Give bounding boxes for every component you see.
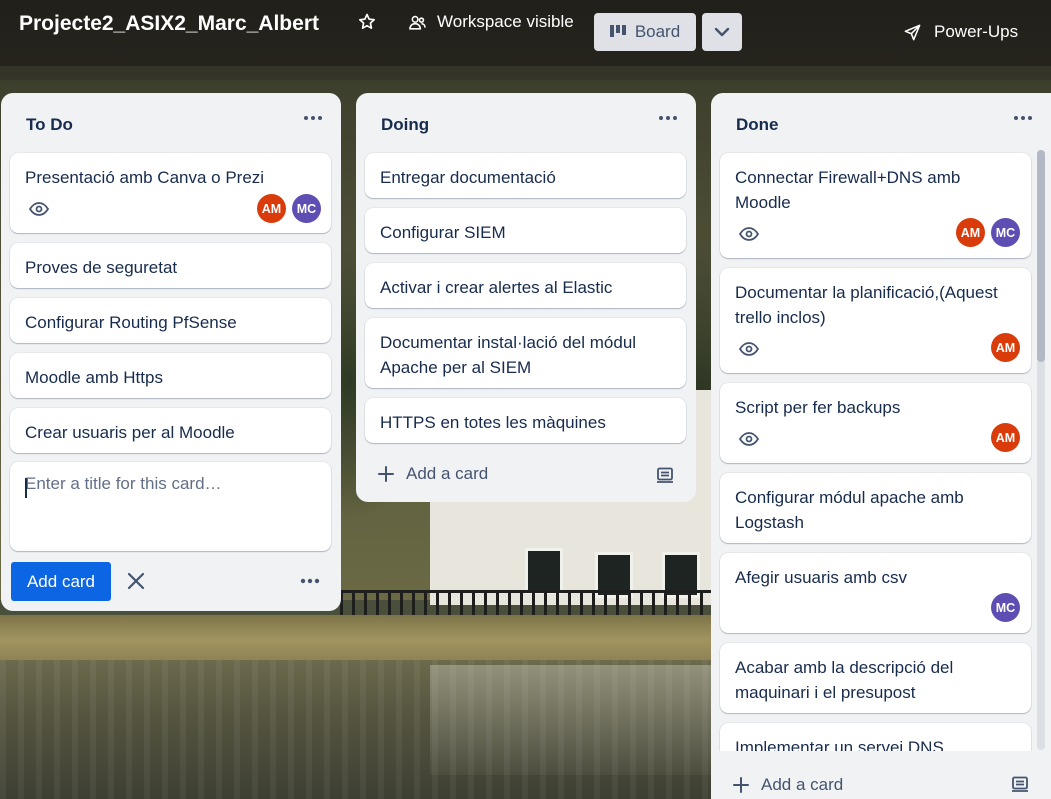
plus-icon [733, 777, 749, 793]
card-title: HTTPS en totes les màquines [380, 413, 606, 432]
card-title: Acabar amb la descripció del maquinari i… [735, 658, 954, 702]
card[interactable]: Entregar documentació [365, 153, 686, 198]
avatar[interactable]: MC [991, 593, 1020, 622]
eye-icon [739, 432, 759, 446]
list-cards-viewport: Connectar Firewall+DNS amb Moodle AM MC … [711, 148, 1037, 751]
card-title: Script per fer backups [735, 398, 901, 417]
card-title: Afegir usuaris amb csv [735, 568, 907, 587]
card-title: Moodle amb Https [25, 368, 163, 387]
list-header: To Do [1, 93, 341, 153]
template-icon[interactable] [656, 467, 674, 483]
add-card-button[interactable]: Add card [11, 562, 111, 601]
board-title[interactable]: Projecte2_ASIX2_Marc_Albert [19, 12, 319, 36]
powerups-label: Power-Ups [934, 22, 1019, 41]
more-icon[interactable] [656, 111, 680, 125]
card[interactable]: Crear usuaris per al Moodle [10, 408, 331, 453]
card-title: Configurar SIEM [380, 223, 506, 242]
list-scrollbar[interactable] [1037, 150, 1045, 750]
card[interactable]: Afegir usuaris amb csv MC [720, 553, 1031, 633]
rocket-icon [904, 24, 921, 40]
add-card-label: Add a card [406, 464, 489, 483]
board-view-icon [609, 25, 626, 37]
avatar[interactable]: AM [257, 194, 286, 223]
card[interactable]: Documentar la planificació,(Aquest trell… [720, 268, 1031, 373]
card-title: Entregar documentació [380, 168, 556, 187]
board-view-label: Board [634, 22, 681, 41]
list-doing: Doing Entregar documentació Configurar S… [356, 93, 696, 502]
workspace-icon [409, 15, 426, 30]
card[interactable]: Implementar un servei DNS [720, 723, 1031, 751]
eye-icon [29, 202, 49, 216]
star-icon[interactable] [357, 12, 377, 32]
avatar[interactable]: AM [991, 423, 1020, 452]
card[interactable]: HTTPS en totes les màquines [365, 398, 686, 443]
card-title: Documentar instal·lació del módul Apache… [380, 333, 637, 377]
card-title: Configurar módul apache amb Logstash [735, 488, 964, 532]
avatar[interactable]: MC [991, 218, 1020, 247]
text-caret [25, 478, 27, 498]
card-title: Implementar un servei DNS [735, 738, 944, 751]
card[interactable]: Moodle amb Https [10, 353, 331, 398]
card[interactable]: Connectar Firewall+DNS amb Moodle AM MC [720, 153, 1031, 258]
powerups-button[interactable]: Power-Ups [903, 22, 1018, 42]
card-title: Documentar la planificació,(Aquest trell… [735, 283, 998, 327]
more-icon[interactable] [301, 111, 325, 125]
card[interactable]: Activar i crear alertes al Elastic [365, 263, 686, 308]
card[interactable]: Configurar SIEM [365, 208, 686, 253]
template-icon[interactable] [1011, 776, 1029, 792]
visibility-button[interactable]: Workspace visible [408, 12, 574, 32]
plus-icon [378, 466, 394, 482]
close-icon[interactable] [124, 569, 148, 593]
add-card-label: Add a card [761, 775, 844, 794]
list-title[interactable]: Done [736, 115, 779, 135]
card[interactable]: Acabar amb la descripció del maquinari i… [720, 643, 1031, 713]
list-done: Done Connectar Firewall+DNS amb Moodle A… [711, 93, 1051, 799]
card[interactable]: Script per fer backups AM [720, 383, 1031, 463]
new-card-composer [10, 462, 331, 551]
card[interactable]: Configurar módul apache amb Logstash [720, 473, 1031, 543]
eye-icon [739, 227, 759, 241]
chevron-down-icon [714, 27, 730, 37]
avatar[interactable]: AM [991, 333, 1020, 362]
avatar[interactable]: MC [292, 194, 321, 223]
card-title: Configurar Routing PfSense [25, 313, 237, 332]
board-view-button[interactable]: Board [594, 13, 696, 51]
visibility-label: Workspace visible [437, 12, 574, 31]
view-switcher-dropdown[interactable] [702, 13, 742, 51]
more-icon[interactable] [298, 574, 322, 588]
list-title[interactable]: To Do [26, 115, 73, 135]
add-card-button[interactable]: Add a card [378, 464, 488, 484]
more-icon[interactable] [1011, 111, 1035, 125]
card-title: Activar i crear alertes al Elastic [380, 278, 613, 297]
card[interactable]: Configurar Routing PfSense [10, 298, 331, 343]
list-title[interactable]: Doing [381, 115, 429, 135]
eye-icon [739, 342, 759, 356]
card-title: Connectar Firewall+DNS amb Moodle [735, 168, 961, 212]
background-window [525, 548, 563, 594]
list-header: Doing [356, 93, 696, 153]
background-reflection [430, 665, 715, 775]
card[interactable]: Presentació amb Canva o Prezi AM MC [10, 153, 331, 233]
scrollbar-thumb[interactable] [1037, 150, 1045, 362]
card[interactable]: Documentar instal·lació del módul Apache… [365, 318, 686, 388]
card-title: Presentació amb Canva o Prezi [25, 168, 265, 187]
card-title: Proves de seguretat [25, 258, 178, 277]
card-title-input[interactable] [25, 474, 317, 534]
list-header: Done [711, 93, 1051, 153]
add-card-button[interactable]: Add a card [733, 775, 843, 795]
board-header: Projecte2_ASIX2_Marc_Albert Workspace vi… [0, 0, 1051, 66]
card-title: Crear usuaris per al Moodle [25, 423, 235, 442]
card[interactable]: Proves de seguretat [10, 243, 331, 288]
avatar[interactable]: AM [956, 218, 985, 247]
